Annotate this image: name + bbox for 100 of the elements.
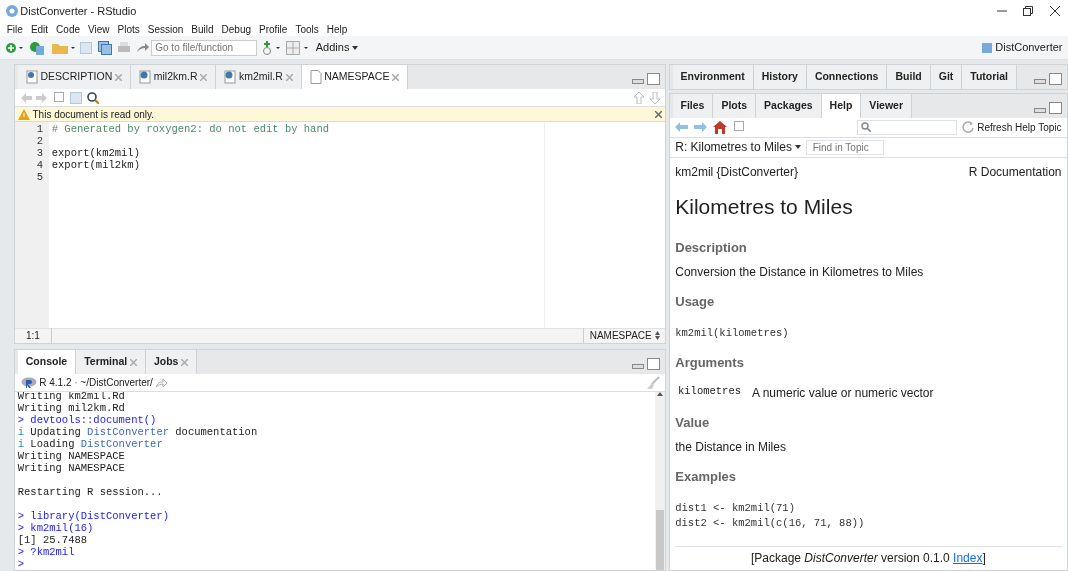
console-line: Writing mil2km.Rd (17, 402, 125, 414)
pane-tab[interactable]: History (753, 65, 807, 89)
save-icon[interactable] (69, 91, 82, 104)
console-line: Writing NAMESPACE (17, 450, 125, 462)
package-footer: [Package DistConverter version 0.1.0 (750, 551, 954, 566)
caret-icon (794, 145, 801, 150)
code-line: # Generated by roxygen2: do not edit by hand (51, 123, 329, 135)
pane-tab[interactable]: Build (887, 65, 931, 89)
help-paragraph: Conversion the Distance in Kilometres to Miles (675, 264, 925, 282)
help-paragraph: the Distance in Miles (675, 439, 787, 456)
pane-tab[interactable]: Jobs (145, 350, 198, 374)
scroll-up-icon[interactable] (657, 392, 663, 396)
pane-tab[interactable]: Git (930, 65, 963, 89)
working-directory: ~/DistConverter/ (80, 376, 153, 390)
code-example: km2mil(kilometres) (675, 325, 790, 341)
search-icon[interactable] (87, 91, 99, 104)
scrollbar-thumb[interactable] (656, 510, 664, 570)
pane-resize-icon[interactable] (1033, 101, 1062, 114)
help-search-field[interactable] (856, 119, 957, 135)
file-icon (224, 70, 237, 85)
pane-tab[interactable]: mil2km.R (131, 65, 217, 89)
console-line: [1] 25.7488 (17, 534, 88, 546)
console-line: > km2mil(16) (17, 522, 94, 534)
menu-item[interactable]: View (84, 22, 114, 36)
pane-tab[interactable]: NAMESPACE (301, 65, 409, 89)
doc-label: R Documentation (968, 164, 1062, 182)
print-icon[interactable] (117, 41, 131, 54)
pane-tab[interactable]: Help (821, 94, 862, 118)
grid-icon[interactable] (286, 40, 311, 55)
menu-item[interactable]: Tools (291, 22, 323, 36)
back-forward-icon[interactable] (20, 92, 47, 103)
r-version: R 4.1.2 (39, 376, 72, 390)
caret-icon (352, 45, 359, 50)
down-arrow-icon[interactable] (649, 91, 660, 104)
save-all-icon[interactable] (97, 40, 112, 55)
show-window-icon[interactable] (732, 121, 745, 134)
pane-tab[interactable]: Terminal (76, 350, 146, 374)
section-heading: Value (675, 413, 711, 432)
menu-item[interactable]: Debug (217, 22, 256, 36)
file-icon (139, 70, 151, 85)
build-icon[interactable] (262, 39, 281, 56)
save-icon[interactable] (80, 41, 92, 54)
cursor-position: 1:1 (15, 328, 52, 343)
pane-tab[interactable]: km2mil.R (216, 65, 302, 89)
topic-menu[interactable]: R: Kilometres to Miles (675, 138, 801, 157)
topic-name: km2mil {DistConverter} (675, 164, 798, 182)
menu-item[interactable]: File (2, 22, 27, 36)
restore-icon[interactable] (1023, 6, 1034, 16)
code-example: dist1 <- km2mil(71) dist2 <- km2mil(c(16, 71, 88)) (675, 500, 866, 532)
go-to-directory-icon[interactable] (155, 378, 167, 387)
pane-tab[interactable]: Viewer (861, 94, 912, 118)
pane-tab[interactable]: Console (17, 350, 77, 374)
find-in-topic-field[interactable]: Find in Topic (806, 139, 885, 155)
console-line: > (17, 558, 25, 570)
section-heading: Usage (675, 293, 716, 312)
notice-text: This document is read only. (32, 107, 155, 122)
file-type-menu[interactable]: NAMESPACE (583, 328, 665, 343)
argument-name: kilometres (678, 383, 741, 399)
pane-tab[interactable]: Connections (806, 65, 888, 89)
menu-item[interactable]: Code (52, 22, 84, 36)
menu-item[interactable]: Help (322, 22, 352, 36)
menu-item[interactable]: Edit (26, 22, 53, 36)
menu-item[interactable]: Profile (255, 22, 292, 36)
menu-item[interactable]: Build (187, 22, 218, 36)
pane-tab[interactable]: Tutorial (962, 65, 1018, 89)
menu-item[interactable]: Plots (113, 22, 144, 36)
pane-resize-icon[interactable] (631, 357, 660, 370)
window-title: DistConverter - RStudio (20, 3, 137, 19)
line-number: 5 (35, 170, 43, 182)
pane-resize-icon[interactable] (1033, 72, 1062, 85)
up-arrow-icon[interactable] (634, 91, 644, 104)
pane-tab[interactable]: Plots (713, 94, 757, 118)
new-file-icon[interactable] (5, 41, 24, 54)
pane-tab[interactable]: Packages (756, 94, 822, 118)
show-window-icon[interactable] (52, 91, 64, 104)
console-line: > ?km2mil (17, 546, 75, 558)
pane-tab[interactable]: DESCRIPTION (17, 65, 131, 89)
close-icon[interactable] (1049, 6, 1060, 16)
console-line: Restarting R session... (17, 486, 163, 498)
close-icon[interactable] (655, 110, 663, 118)
console-line: i Loading DistConverter (17, 438, 163, 450)
line-number: 4 (35, 158, 43, 170)
goto-file-field[interactable]: Go to file/function (151, 39, 258, 56)
pane-tab[interactable]: Files (672, 94, 714, 118)
pane-tab[interactable]: Environment (672, 65, 754, 89)
console-line: Writing km2mil.Rd (17, 392, 125, 402)
section-heading: Arguments (675, 353, 745, 372)
console-line: > devtools::document() (17, 414, 157, 426)
pane-resize-icon[interactable] (631, 72, 660, 85)
project-menu[interactable]: DistConverter (980, 39, 1063, 56)
section-heading: Description (675, 238, 748, 257)
new-project-icon[interactable] (29, 39, 45, 56)
r-logo-icon (20, 376, 37, 389)
project-cube-icon (980, 41, 993, 54)
app-logo-icon (5, 5, 18, 17)
addins-menu[interactable]: Addins (315, 39, 359, 56)
menu-item[interactable]: Session (143, 22, 188, 36)
refresh-icon (962, 121, 975, 134)
home-icon[interactable] (712, 120, 727, 134)
refresh-help-button[interactable]: Refresh Help Topic (962, 119, 1062, 135)
